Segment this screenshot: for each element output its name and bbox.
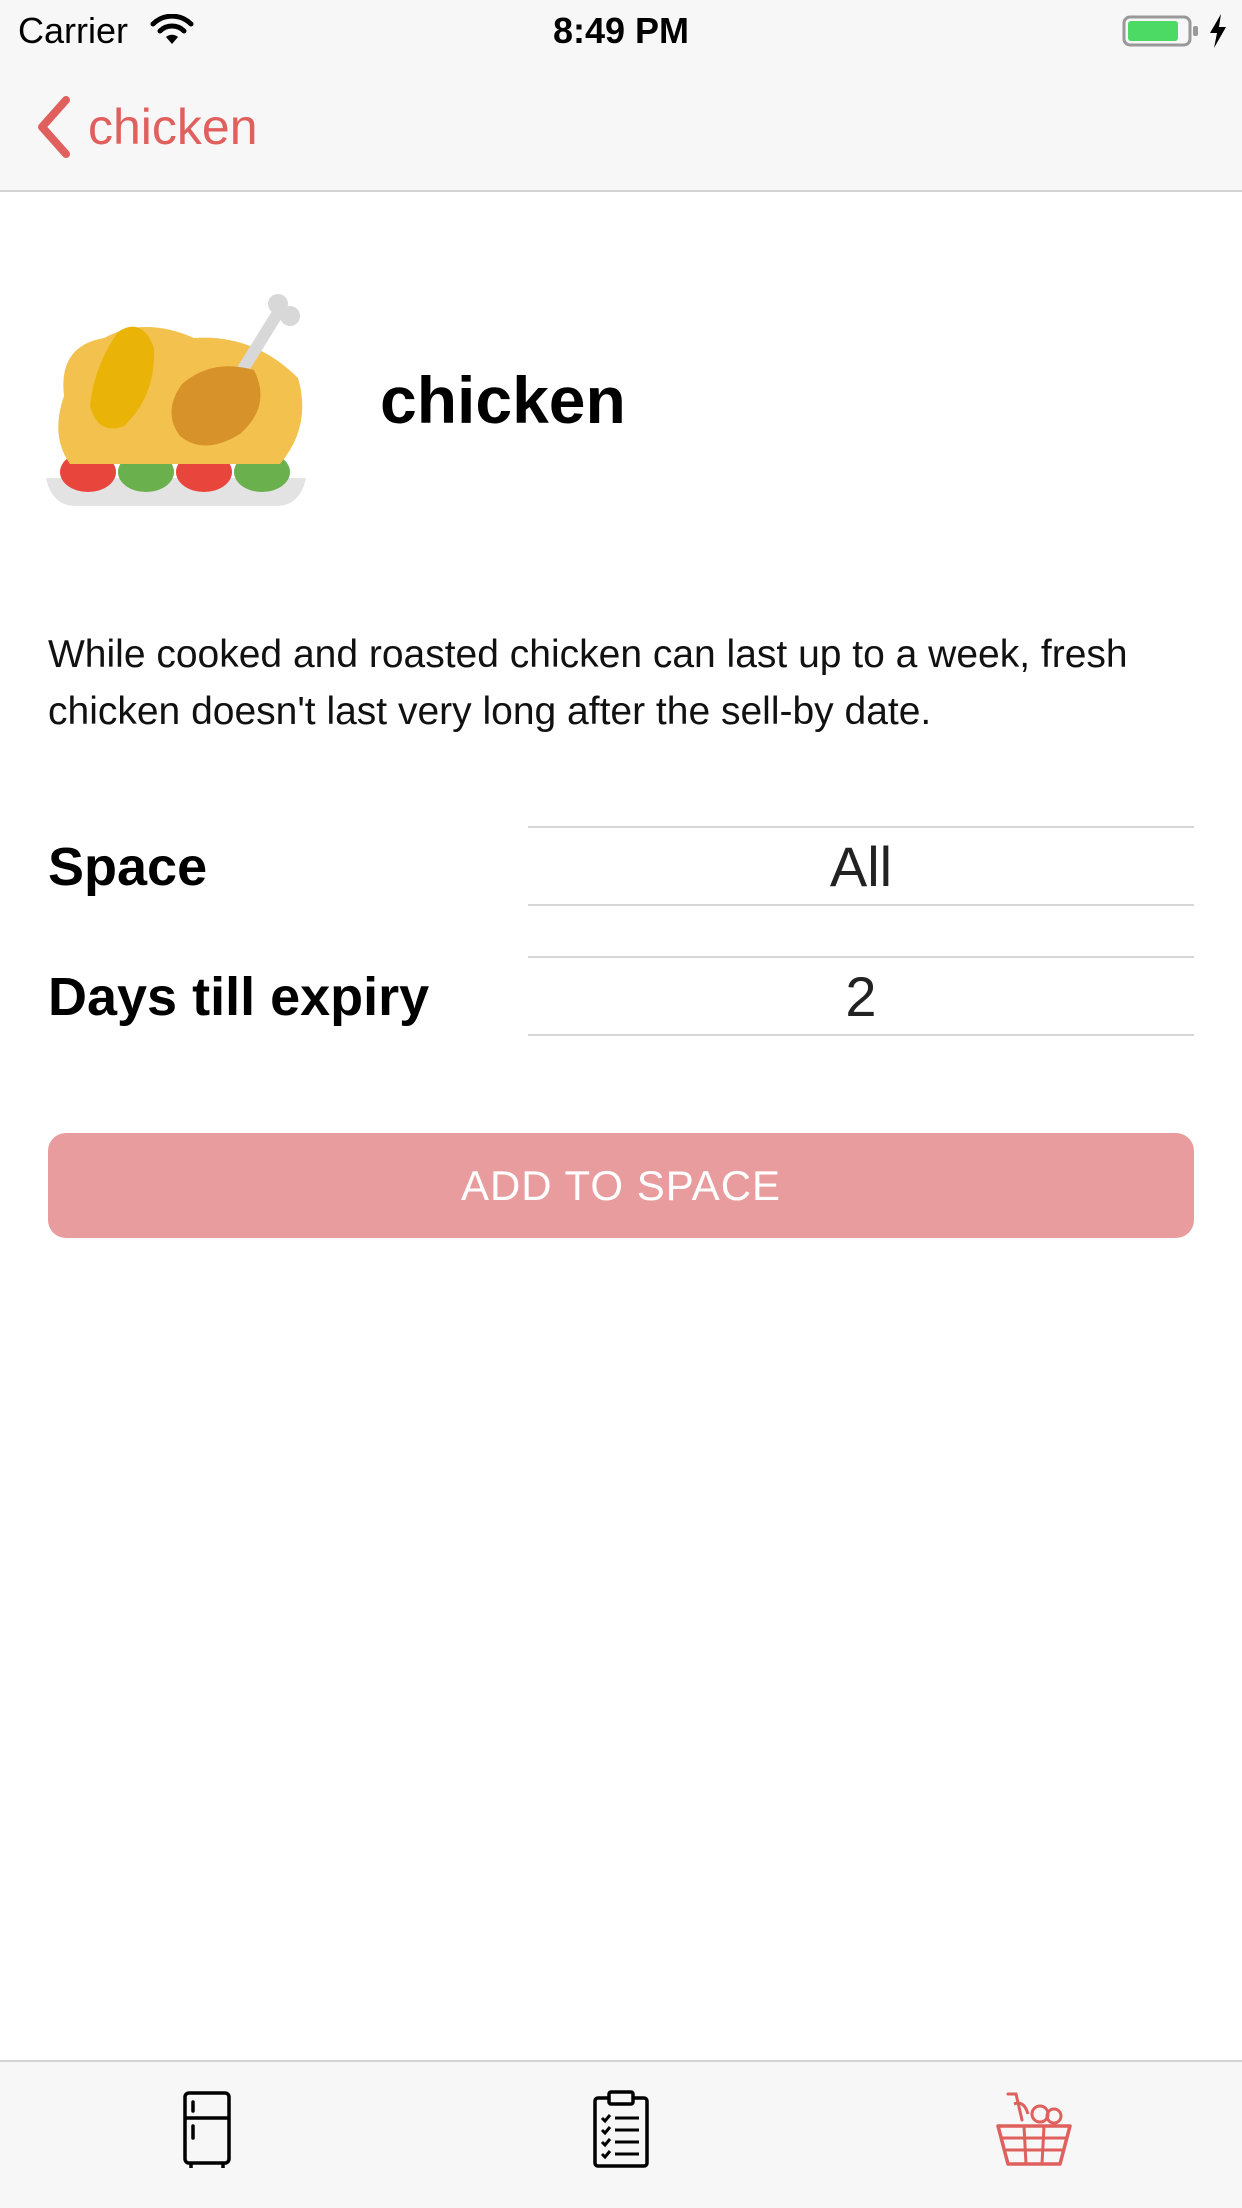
charging-bolt-icon (1210, 14, 1226, 48)
status-bar: Carrier 8:49 PM (0, 0, 1242, 60)
basket-icon (996, 2092, 1072, 2166)
tab-list[interactable] (571, 2080, 671, 2180)
back-button-label: chicken (88, 99, 258, 155)
item-description: While cooked and roasted chicken can las… (48, 633, 1128, 733)
days-till-expiry-label: Days till expiry (48, 967, 430, 1027)
back-button[interactable]: chicken (34, 92, 258, 162)
space-field[interactable]: All (528, 826, 1194, 906)
clipboard-list-icon (593, 2090, 649, 2168)
tab-bar (0, 2060, 1242, 2208)
status-time: 8:49 PM (552, 10, 690, 51)
tab-fridge[interactable] (157, 2080, 257, 2180)
chevron-left-icon (38, 96, 70, 158)
fridge-icon (183, 2091, 231, 2168)
tab-basket[interactable] (984, 2080, 1084, 2180)
item-title: chicken (380, 363, 626, 437)
roast-chicken-icon (46, 294, 306, 506)
space-label: Space (48, 837, 208, 897)
navigation-bar: chicken (0, 60, 1242, 192)
battery-icon (1122, 15, 1198, 47)
days-till-expiry-field[interactable]: 2 (528, 956, 1194, 1036)
add-to-space-button[interactable]: ADD TO SPACE (48, 1133, 1194, 1238)
